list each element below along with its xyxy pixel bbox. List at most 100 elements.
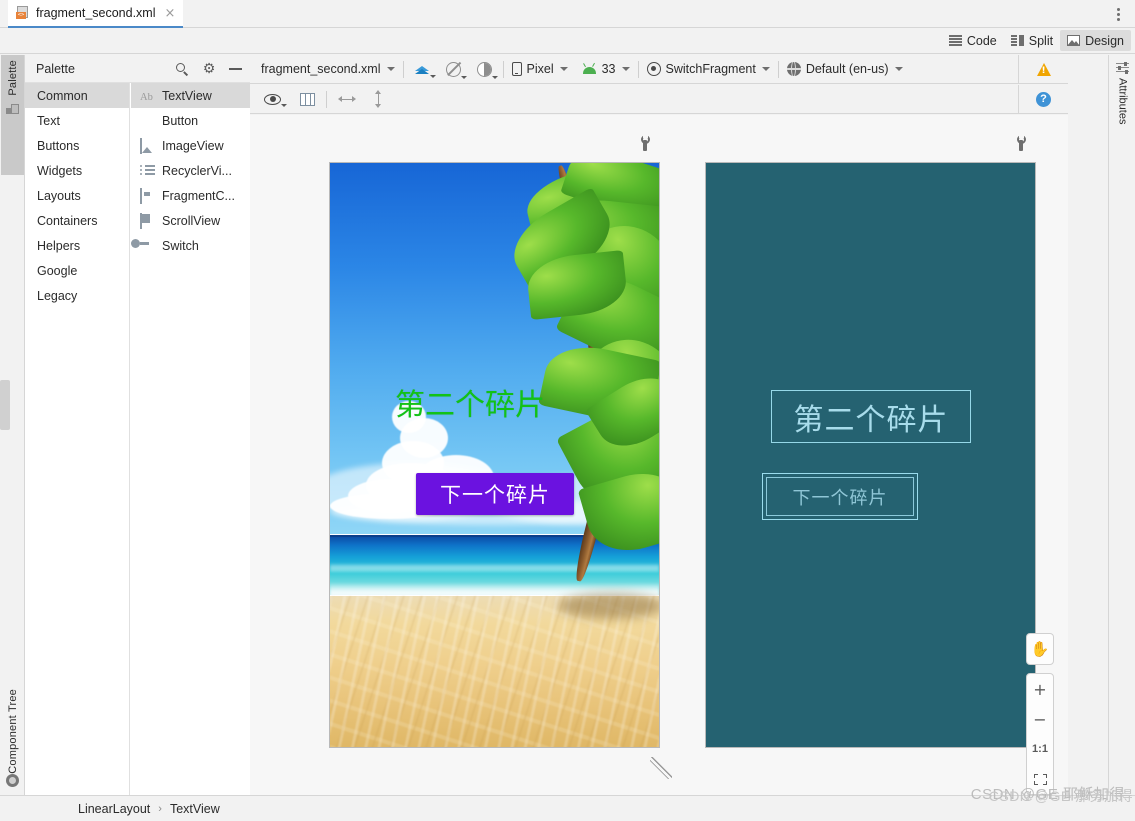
chevron-down-icon: [460, 75, 467, 79]
visibility-button[interactable]: [261, 92, 287, 107]
zoom-button-box: + − 1:1: [1026, 673, 1054, 795]
zoom-controls: ✋ + − 1:1: [1026, 633, 1054, 795]
zoom-out-button[interactable]: −: [1026, 704, 1054, 734]
palette-item-fragmentcontainer[interactable]: FragmentC...: [131, 183, 250, 208]
palette-category-containers[interactable]: Containers: [25, 208, 129, 233]
palette-category-google[interactable]: Google: [25, 258, 129, 283]
device-selector[interactable]: Pixel: [511, 62, 568, 76]
chevron-down-icon: [894, 67, 903, 71]
vertical-resize-icon: [373, 90, 384, 108]
textview-icon: Ab: [140, 92, 153, 103]
chevron-down-icon: [621, 67, 630, 71]
close-icon[interactable]: ×: [165, 7, 176, 20]
chevron-down-icon: [559, 67, 568, 71]
sidebar-item-component-tree[interactable]: Component Tree: [1, 665, 24, 795]
blueprint-toggle-button[interactable]: [443, 60, 467, 79]
more-options-icon[interactable]: [1109, 5, 1127, 23]
toolbar-divider: [326, 90, 327, 108]
palette-item-imageview[interactable]: ImageView: [131, 133, 250, 158]
locale-selector[interactable]: Default (en-us): [786, 62, 903, 76]
breadcrumb-item-linearlayout[interactable]: LinearLayout: [78, 802, 150, 816]
palette-category-common[interactable]: Common: [25, 83, 129, 108]
palette-category-text[interactable]: Text: [25, 108, 129, 133]
palette-item-scrollview[interactable]: ScrollView: [131, 208, 250, 233]
palette-item-label: ScrollView: [162, 213, 221, 228]
palette-item-button[interactable]: Button: [131, 108, 250, 133]
editor-scrollbar-thumb[interactable]: [0, 380, 10, 430]
issue-panel-button[interactable]: [1018, 55, 1068, 84]
palette-item-recyclerview[interactable]: RecyclerVi...: [131, 158, 250, 183]
minimize-icon[interactable]: [229, 68, 242, 70]
palette-category-layouts[interactable]: Layouts: [25, 183, 129, 208]
palette-header: Palette ⚙: [25, 55, 250, 83]
locale-label: Default (en-us): [805, 62, 889, 76]
preview-button[interactable]: 下一个碎片: [416, 473, 574, 515]
palette-category-label: Common: [37, 88, 88, 103]
layout-columns-button[interactable]: [297, 91, 318, 108]
layout-file-selector[interactable]: fragment_second.xml: [261, 62, 395, 76]
code-view-icon: [948, 35, 962, 46]
search-icon[interactable]: [176, 62, 189, 76]
device-preview-blueprint[interactable]: 第二个碎片 下一个碎片: [705, 162, 1036, 748]
palette-category-helpers[interactable]: Helpers: [25, 233, 129, 258]
help-button[interactable]: ?: [1018, 85, 1068, 114]
palette-category-buttons[interactable]: Buttons: [25, 133, 129, 158]
vertical-guideline-button[interactable]: [370, 88, 387, 110]
palette-category-widgets[interactable]: Widgets: [25, 158, 129, 183]
blueprint-textview[interactable]: 第二个碎片: [771, 390, 971, 443]
device-preview-design[interactable]: 第二个碎片 下一个碎片: [329, 162, 672, 779]
horizontal-guideline-button[interactable]: [335, 92, 359, 107]
palette-category-label: Widgets: [37, 163, 83, 178]
palette-item-switch[interactable]: Switch: [131, 233, 250, 258]
sidebar-item-palette[interactable]: Palette: [1, 55, 24, 175]
beach-wallpaper-image: 第二个碎片 下一个碎片: [330, 163, 659, 747]
pan-hand-icon[interactable]: ✋: [1026, 634, 1054, 664]
component-tree-icon: [6, 774, 19, 787]
palette-header-actions: ⚙: [176, 55, 242, 83]
left-tool-strip: Palette Component Tree: [0, 55, 25, 795]
tab-code[interactable]: Code: [942, 30, 1004, 51]
preview-resize-handle[interactable]: [650, 757, 672, 779]
sidebar-item-attributes[interactable]: Attributes: [1111, 57, 1134, 177]
status-bar: LinearLayout › TextView: [0, 795, 1135, 821]
palette-category-list: Common Text Buttons Widgets Layouts Cont…: [25, 83, 130, 795]
theme-icon: [646, 62, 661, 76]
layers-icon: [414, 62, 430, 76]
editor-mode-bar: Code Split Design: [0, 28, 1135, 54]
sidebar-item-palette-label: Palette: [6, 60, 19, 96]
api-level-selector[interactable]: 33: [582, 62, 630, 76]
horizontal-resize-icon: [338, 94, 356, 105]
chevron-down-icon: [491, 75, 498, 79]
zoom-in-button[interactable]: +: [1026, 674, 1054, 704]
phone-icon: [511, 62, 522, 76]
zoom-actual-size-button[interactable]: 1:1: [1026, 734, 1054, 764]
wrench-icon-design[interactable]: [638, 134, 652, 151]
wrench-icon-blueprint[interactable]: [1014, 134, 1028, 151]
toolbar-divider: [402, 60, 404, 78]
xml-layout-file-icon: <>: [16, 6, 30, 20]
toolbar-divider: [502, 60, 504, 78]
blueprint-button[interactable]: 下一个碎片: [762, 473, 918, 520]
tab-split[interactable]: Split: [1004, 30, 1060, 51]
breadcrumb-item-textview[interactable]: TextView: [170, 802, 220, 816]
preview-textview[interactable]: 第二个碎片: [395, 391, 545, 421]
night-mode-button[interactable]: [474, 60, 498, 79]
palette-category-legacy[interactable]: Legacy: [25, 283, 129, 308]
theme-label: SwitchFragment: [665, 62, 756, 76]
editor-tab-fragment-second-xml[interactable]: <> fragment_second.xml ×: [8, 0, 184, 28]
design-surface[interactable]: 第二个碎片 下一个碎片 第二个碎片 下一个碎片 ✋ + − 1:1: [250, 115, 1068, 795]
palette-item-textview[interactable]: Ab TextView: [131, 83, 250, 108]
tab-split-label: Split: [1028, 33, 1054, 48]
view-mode-button[interactable]: [412, 60, 436, 78]
recyclerview-icon: [140, 164, 155, 177]
chevron-down-icon: [281, 103, 287, 107]
design-toolbar: fragment_second.xml Pixel 33 SwitchFragm…: [250, 55, 1068, 84]
gear-icon[interactable]: ⚙: [202, 62, 216, 76]
tab-design[interactable]: Design: [1060, 30, 1131, 51]
pan-hand-glyph: ✋: [1030, 639, 1050, 658]
theme-selector[interactable]: SwitchFragment: [646, 62, 770, 76]
tab-code-label: Code: [966, 33, 997, 48]
palette-category-label: Legacy: [37, 288, 78, 303]
globe-icon: [786, 62, 801, 76]
tab-design-label: Design: [1085, 33, 1124, 48]
